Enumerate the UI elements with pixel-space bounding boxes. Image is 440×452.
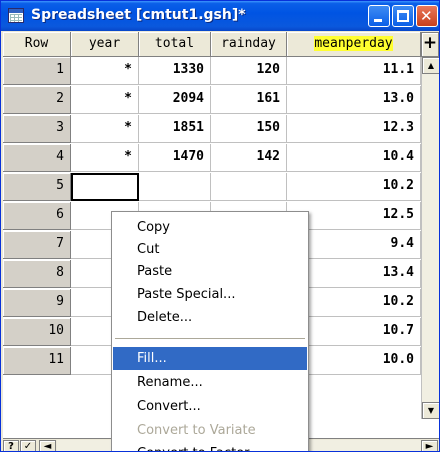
- cell-rainday[interactable]: 120: [211, 57, 287, 85]
- cell-meanperday[interactable]: 12.3: [287, 115, 421, 143]
- cell-rainday[interactable]: 150: [211, 115, 287, 143]
- cell-year[interactable]: *: [71, 57, 139, 85]
- column-header-meanperday[interactable]: meanperday: [287, 32, 421, 57]
- spreadsheet-window: Spreadsheet [cmtut1.gsh]* ✕ Row year tot…: [0, 0, 440, 452]
- minimize-button[interactable]: [368, 5, 390, 27]
- menu-item-copy[interactable]: Copy: [113, 216, 307, 239]
- cell-meanperday[interactable]: 11.1: [287, 57, 421, 85]
- maximize-button[interactable]: [392, 5, 414, 27]
- cell-meanperday[interactable]: 10.4: [287, 144, 421, 172]
- column-header-year[interactable]: year: [71, 32, 139, 57]
- row-header[interactable]: 3: [3, 115, 71, 143]
- cell-rainday[interactable]: 161: [211, 86, 287, 114]
- menu-item-cut[interactable]: Cut: [113, 238, 307, 261]
- row-header[interactable]: 9: [3, 289, 71, 317]
- row-header[interactable]: 2: [3, 86, 71, 114]
- menu-item-rename[interactable]: Rename...: [113, 371, 307, 394]
- help-button[interactable]: ?: [3, 440, 19, 451]
- context-menu: Copy Cut Paste Paste Special... Delete..…: [111, 211, 309, 451]
- checkbox-toggle[interactable]: ✓: [20, 440, 36, 451]
- cell-total[interactable]: 1470: [139, 144, 211, 172]
- scroll-left-icon[interactable]: ◄: [39, 440, 56, 451]
- column-header-total[interactable]: total: [139, 32, 211, 57]
- menu-item-paste-special[interactable]: Paste Special...: [113, 283, 307, 306]
- add-column-button[interactable]: +: [421, 32, 439, 57]
- row-header[interactable]: 11: [3, 347, 71, 375]
- cell-year[interactable]: *: [71, 115, 139, 143]
- row-header[interactable]: 5: [3, 173, 71, 201]
- spreadsheet-icon: [8, 8, 24, 23]
- cell-total[interactable]: 1330: [139, 57, 211, 85]
- menu-separator: [115, 338, 305, 339]
- cell-year[interactable]: *: [71, 144, 139, 172]
- scroll-right-icon[interactable]: ►: [421, 440, 438, 451]
- cell-year[interactable]: *: [71, 86, 139, 114]
- cell-rainday[interactable]: 142: [211, 144, 287, 172]
- cell-total[interactable]: 1851: [139, 115, 211, 143]
- cell-total[interactable]: 2094: [139, 86, 211, 114]
- minimize-icon: [374, 19, 382, 22]
- menu-item-convert[interactable]: Convert...: [113, 395, 307, 418]
- vertical-scrollbar[interactable]: ▲ ▼: [421, 57, 439, 419]
- menu-item-paste[interactable]: Paste: [113, 260, 307, 283]
- row-header[interactable]: 1: [3, 57, 71, 85]
- row-header[interactable]: 8: [3, 260, 71, 288]
- title-bar[interactable]: Spreadsheet [cmtut1.gsh]* ✕: [1, 1, 439, 31]
- cell-year[interactable]: [71, 173, 139, 201]
- cell-total[interactable]: [139, 173, 211, 201]
- menu-item-convert-to-variate: Convert to Variate: [137, 423, 256, 438]
- menu-item-convert-to-factor[interactable]: Convert to Factor: [113, 442, 307, 451]
- window-title: Spreadsheet [cmtut1.gsh]*: [31, 7, 246, 23]
- scroll-down-icon[interactable]: ▼: [422, 402, 439, 419]
- row-header[interactable]: 4: [3, 144, 71, 172]
- row-header[interactable]: 7: [3, 231, 71, 259]
- menu-item-delete[interactable]: Delete...: [113, 306, 307, 329]
- menu-item-fill[interactable]: Fill...: [113, 347, 307, 370]
- column-header-row[interactable]: Row: [3, 32, 71, 57]
- scroll-up-icon[interactable]: ▲: [422, 57, 439, 74]
- row-header[interactable]: 10: [3, 318, 71, 346]
- column-header-rainday[interactable]: rainday: [211, 32, 287, 57]
- cell-meanperday[interactable]: 13.0: [287, 86, 421, 114]
- close-icon: ✕: [420, 7, 433, 25]
- meanperday-header-label: meanperday: [314, 36, 393, 51]
- row-header[interactable]: 6: [3, 202, 71, 230]
- cell-meanperday[interactable]: 10.2: [287, 173, 421, 201]
- cell-rainday[interactable]: [211, 173, 287, 201]
- close-button[interactable]: ✕: [416, 5, 438, 27]
- maximize-icon: [397, 10, 409, 22]
